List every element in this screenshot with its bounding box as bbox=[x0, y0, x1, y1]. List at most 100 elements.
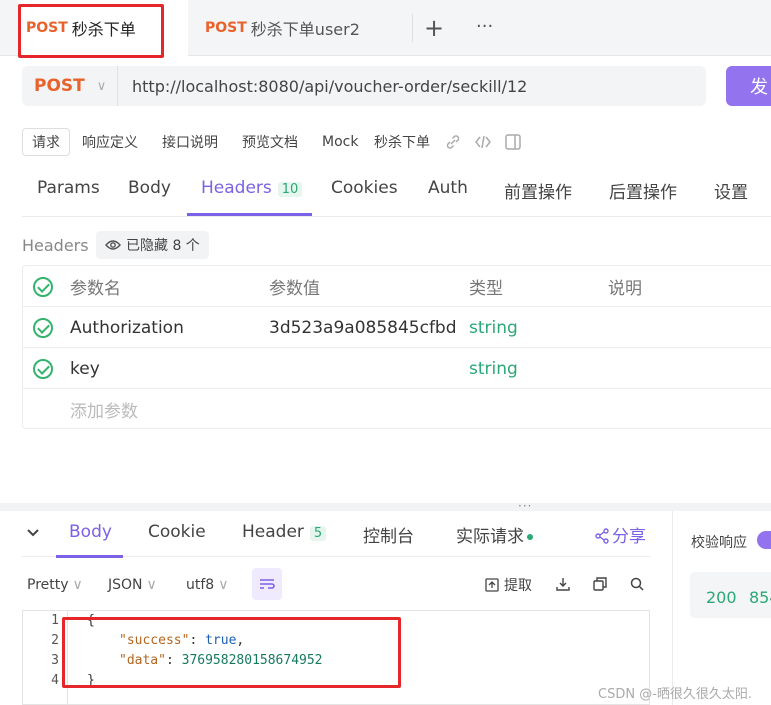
row-enabled-checkbox[interactable] bbox=[33, 318, 53, 338]
select-label: utf8 bbox=[186, 577, 215, 593]
send-button[interactable]: 发 bbox=[726, 66, 771, 106]
tab-label: 控制台 bbox=[363, 527, 414, 547]
active-tab-indicator bbox=[187, 213, 312, 216]
tab-label: Cookies bbox=[331, 178, 398, 198]
select-label: Pretty bbox=[27, 577, 69, 593]
method-select[interactable]: POST ∨ bbox=[22, 66, 118, 106]
share-label: 分享 bbox=[612, 527, 646, 547]
chevron-down-icon: ∨ bbox=[96, 78, 107, 94]
resp-tab-console[interactable]: 控制台 bbox=[363, 522, 414, 556]
subtab-response-def[interactable]: 响应定义 bbox=[82, 128, 138, 156]
headers-section-label: Headers bbox=[22, 236, 89, 255]
line-number: 2 bbox=[51, 633, 59, 648]
subtab-mock[interactable]: Mock bbox=[322, 128, 358, 156]
share-button[interactable]: 分享 bbox=[594, 522, 646, 556]
tab-label: 实际请求 bbox=[456, 527, 524, 547]
url-input[interactable]: http://localhost:8080/api/voucher-order/… bbox=[118, 77, 527, 96]
extract-button[interactable]: 提取 bbox=[484, 574, 532, 596]
param-name-input[interactable]: Authorization bbox=[70, 307, 184, 348]
format-json-select[interactable]: JSON ∨ bbox=[108, 574, 157, 596]
tab-seckill-user2[interactable]: POST 秒杀下单user2 bbox=[205, 0, 410, 56]
tab-pre-processors[interactable]: 前置操作 bbox=[504, 178, 572, 216]
eye-icon bbox=[105, 240, 121, 250]
add-param-input[interactable]: 添加参数 bbox=[70, 389, 138, 430]
resp-tab-header[interactable]: Header 5 bbox=[242, 522, 327, 556]
tab-headers[interactable]: Headers 10 bbox=[201, 178, 303, 216]
add-tab-icon[interactable]: + bbox=[424, 14, 444, 42]
select-label: JSON bbox=[108, 577, 143, 593]
drag-handle-icon[interactable]: ··· bbox=[518, 499, 532, 513]
tab-label: Header bbox=[242, 522, 304, 542]
resp-tab-actual-request[interactable]: 实际请求 bbox=[456, 522, 533, 556]
tab-label: Cookie bbox=[148, 522, 206, 542]
table-header-row: 参数名 参数值 类型 说明 bbox=[23, 266, 771, 307]
tab-label: Auth bbox=[428, 178, 468, 198]
headers-count-badge: 10 bbox=[277, 182, 303, 197]
tab-label: Body bbox=[69, 522, 112, 542]
hidden-headers-toggle[interactable]: 已隐藏 8 个 bbox=[96, 231, 209, 259]
tab-auth[interactable]: Auth bbox=[428, 178, 468, 216]
select-all-checkbox[interactable] bbox=[33, 277, 53, 297]
format-pretty-select[interactable]: Pretty ∨ bbox=[27, 574, 83, 596]
validate-response-toggle[interactable] bbox=[757, 531, 771, 549]
tab-label: 设置 bbox=[714, 183, 748, 203]
param-type-select[interactable]: string bbox=[469, 307, 518, 348]
tab-label: Body bbox=[128, 178, 171, 198]
collapse-chevron-icon[interactable] bbox=[26, 528, 40, 538]
chevron-down-icon: ∨ bbox=[218, 577, 229, 593]
subtab-api-doc[interactable]: 接口说明 bbox=[162, 128, 218, 156]
extract-label: 提取 bbox=[504, 578, 532, 594]
param-type-select[interactable]: string bbox=[469, 348, 518, 389]
line-number: 3 bbox=[51, 653, 59, 668]
param-value-input[interactable] bbox=[269, 348, 457, 389]
method-label: POST bbox=[34, 76, 85, 96]
tab-settings[interactable]: 设置 bbox=[714, 178, 748, 216]
active-resp-tab-indicator bbox=[56, 555, 123, 558]
api-client-window: POST 秒杀下单 POST 秒杀下单user2 + ··· POST ∨ ht… bbox=[0, 0, 771, 705]
status-code: 200 bbox=[706, 588, 737, 607]
code-icon[interactable] bbox=[474, 133, 492, 151]
tab-post-processors[interactable]: 后置操作 bbox=[609, 178, 677, 216]
subtab-preview[interactable]: 预览文档 bbox=[242, 128, 298, 156]
resp-tab-body[interactable]: Body bbox=[69, 522, 112, 556]
tab-cookies[interactable]: Cookies bbox=[331, 178, 398, 216]
search-icon[interactable] bbox=[629, 576, 645, 592]
param-name-input[interactable]: key bbox=[70, 348, 100, 389]
tab-label: Headers bbox=[201, 178, 272, 198]
url-bar: POST ∨ http://localhost:8080/api/voucher… bbox=[22, 66, 706, 106]
tab-label: 后置操作 bbox=[609, 183, 677, 203]
tab-label: 前置操作 bbox=[504, 183, 572, 203]
tabs-divider bbox=[22, 216, 771, 217]
headers-table: 参数名 参数值 类型 说明 Authorization 3d523a9a0858… bbox=[22, 265, 771, 429]
tab-method: POST bbox=[205, 20, 247, 36]
wrap-toggle[interactable] bbox=[252, 568, 282, 600]
row-enabled-checkbox[interactable] bbox=[33, 359, 53, 379]
share-icon bbox=[595, 528, 609, 544]
watermark: CSDN @-晒很久很久太阳. bbox=[598, 687, 753, 702]
highlight-box bbox=[18, 4, 164, 58]
extract-icon bbox=[485, 578, 499, 592]
copy-icon[interactable] bbox=[592, 576, 608, 592]
encoding-select[interactable]: utf8 ∨ bbox=[186, 574, 228, 596]
status-dot bbox=[527, 534, 533, 540]
hidden-headers-text: 已隐藏 8 个 bbox=[126, 238, 200, 254]
tab-body[interactable]: Body bbox=[128, 178, 171, 216]
tab-params[interactable]: Params bbox=[37, 178, 100, 216]
subtab-request[interactable]: 请求 bbox=[22, 128, 70, 156]
table-row: Authorization 3d523a9a085845cfbd149 stri… bbox=[23, 307, 771, 348]
col-header-value: 参数值 bbox=[269, 279, 320, 299]
param-value-input[interactable]: 3d523a9a085845cfbd149 bbox=[269, 307, 457, 348]
more-icon[interactable]: ··· bbox=[476, 16, 493, 37]
resp-header-count-badge: 5 bbox=[309, 526, 327, 541]
line-number: 4 bbox=[51, 673, 59, 688]
response-time: 854 bbox=[749, 588, 771, 607]
col-header-desc: 说明 bbox=[608, 279, 642, 299]
split-view-icon[interactable] bbox=[504, 133, 522, 151]
request-name: 秒杀下单 bbox=[374, 135, 430, 151]
highlight-box bbox=[62, 617, 401, 688]
wrap-lines-icon bbox=[260, 579, 275, 589]
link-icon[interactable] bbox=[444, 133, 462, 151]
resp-tab-cookie[interactable]: Cookie bbox=[148, 522, 206, 556]
pane-divider[interactable] bbox=[0, 503, 771, 511]
download-icon[interactable] bbox=[555, 576, 571, 592]
